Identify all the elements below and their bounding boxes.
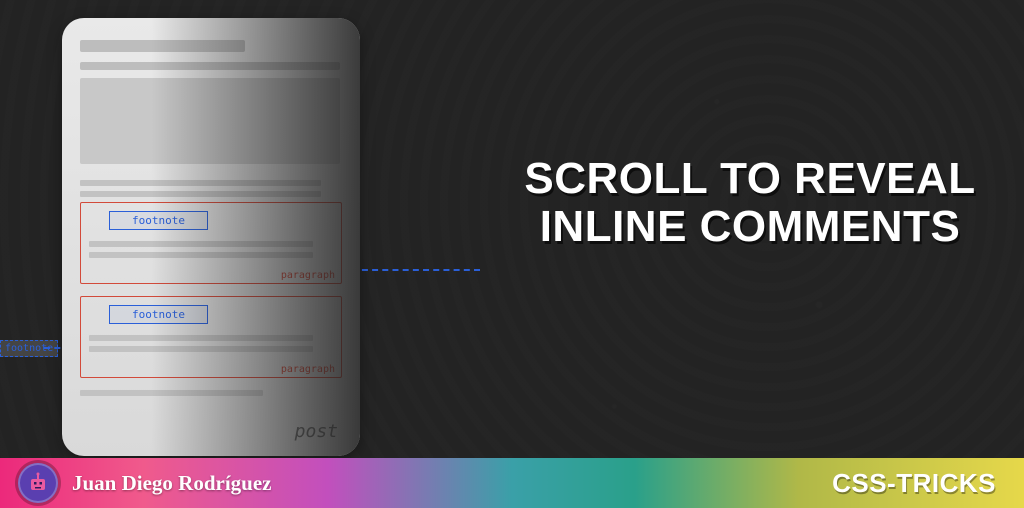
skeleton-line bbox=[89, 346, 313, 352]
skeleton-line bbox=[80, 191, 321, 197]
skeleton-line bbox=[89, 252, 313, 258]
skeleton-hero-block bbox=[80, 78, 340, 164]
skeleton-line bbox=[80, 180, 321, 186]
author-name: Juan Diego Rodríguez bbox=[72, 471, 272, 496]
skeleton-line bbox=[80, 390, 263, 396]
title-line-1: SCROLL TO REVEAL bbox=[520, 155, 980, 203]
site-logo-text: CSS-TRICKS bbox=[832, 468, 996, 499]
paragraph-label: paragraph bbox=[281, 364, 335, 375]
author-avatar bbox=[18, 463, 58, 503]
skeleton-subheading bbox=[80, 62, 340, 70]
robot-icon bbox=[26, 471, 50, 495]
title-line-2: INLINE COMMENTS bbox=[520, 203, 980, 251]
skeleton-line bbox=[89, 335, 313, 341]
post-label: post bbox=[295, 421, 338, 442]
skeleton-line bbox=[89, 241, 313, 247]
illustration-card: footnote paragraph footnote paragraph po… bbox=[62, 18, 360, 456]
footnote-box: footnote bbox=[109, 211, 208, 230]
paragraph-box: footnote paragraph bbox=[80, 202, 342, 284]
skeleton-heading bbox=[80, 40, 245, 52]
footer-bar: Juan Diego Rodríguez CSS-TRICKS bbox=[0, 458, 1024, 508]
paragraph-label: paragraph bbox=[281, 270, 335, 281]
author-block: Juan Diego Rodríguez bbox=[18, 463, 272, 503]
paragraph-box: footnote paragraph bbox=[80, 296, 342, 378]
article-title: SCROLL TO REVEAL INLINE COMMENTS bbox=[520, 155, 980, 250]
footnote-box: footnote bbox=[109, 305, 208, 324]
